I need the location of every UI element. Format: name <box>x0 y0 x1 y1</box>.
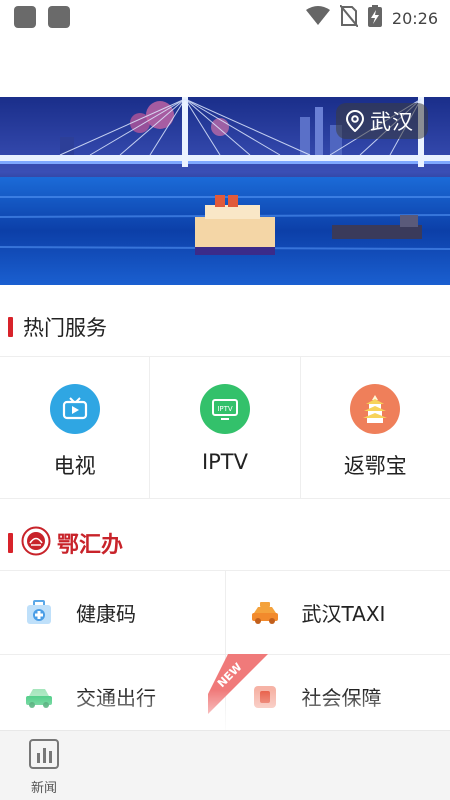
map-pin-icon <box>346 110 364 132</box>
tv-icon <box>49 384 100 434</box>
hot-services-header: 热门服务 <box>0 298 450 356</box>
service-label: IPTV <box>201 450 249 474</box>
clock: 20:26 <box>391 8 438 28</box>
ehb-seal-icon <box>21 526 51 560</box>
location-name: 武汉 <box>370 110 414 134</box>
ehb-header: 鄂汇办 <box>0 514 450 572</box>
wifi-icon <box>305 6 330 30</box>
service-label: 电视 <box>53 454 96 478</box>
news-chart-icon <box>29 739 59 773</box>
tab-label: 新闻 <box>30 781 57 796</box>
scroll-fade <box>0 690 450 735</box>
tab-news[interactable]: 新闻 <box>22 739 66 796</box>
first-aid-kit-icon <box>24 598 54 628</box>
service-iptv[interactable]: IPTV IPTV <box>149 357 299 498</box>
ehb-label: 健康码 <box>76 602 136 626</box>
notification-icon <box>14 6 36 28</box>
section-marker <box>8 533 13 553</box>
service-fanebao[interactable]: 返鄂宝 <box>299 357 450 498</box>
section-title: 热门服务 <box>23 316 107 340</box>
iptv-icon: IPTV <box>199 384 250 434</box>
battery-charging-icon <box>367 5 382 31</box>
status-bar: 20:26 <box>0 0 450 36</box>
section-marker <box>8 317 13 337</box>
city-banner[interactable]: 武汉 <box>0 97 450 285</box>
ehb-label: 武汉TAXI <box>301 602 386 626</box>
bottom-tab-bar: 新闻 <box>0 730 450 800</box>
taxi-icon <box>250 598 280 628</box>
ehb-wuhan-taxi[interactable]: 武汉TAXI <box>224 571 450 654</box>
ehb-health-code[interactable]: 健康码 <box>0 571 225 654</box>
service-tv[interactable]: 电视 <box>0 357 149 498</box>
location-selector[interactable]: 武汉 <box>336 103 428 139</box>
service-label: 返鄂宝 <box>343 454 407 478</box>
ehb-row: 健康码 武汉TAXI <box>0 570 450 654</box>
yellow-crane-tower-icon <box>350 384 401 434</box>
ehb-logo-text: 鄂汇办 <box>57 532 124 558</box>
svg-text:IPTV: IPTV <box>217 405 233 413</box>
hot-services-grid: 电视 IPTV IPTV 返鄂宝 <box>0 356 450 499</box>
notification-icons <box>14 6 70 28</box>
system-indicators: 20:26 <box>305 4 438 31</box>
no-sim-icon <box>339 4 359 31</box>
notification-icon <box>48 6 70 28</box>
